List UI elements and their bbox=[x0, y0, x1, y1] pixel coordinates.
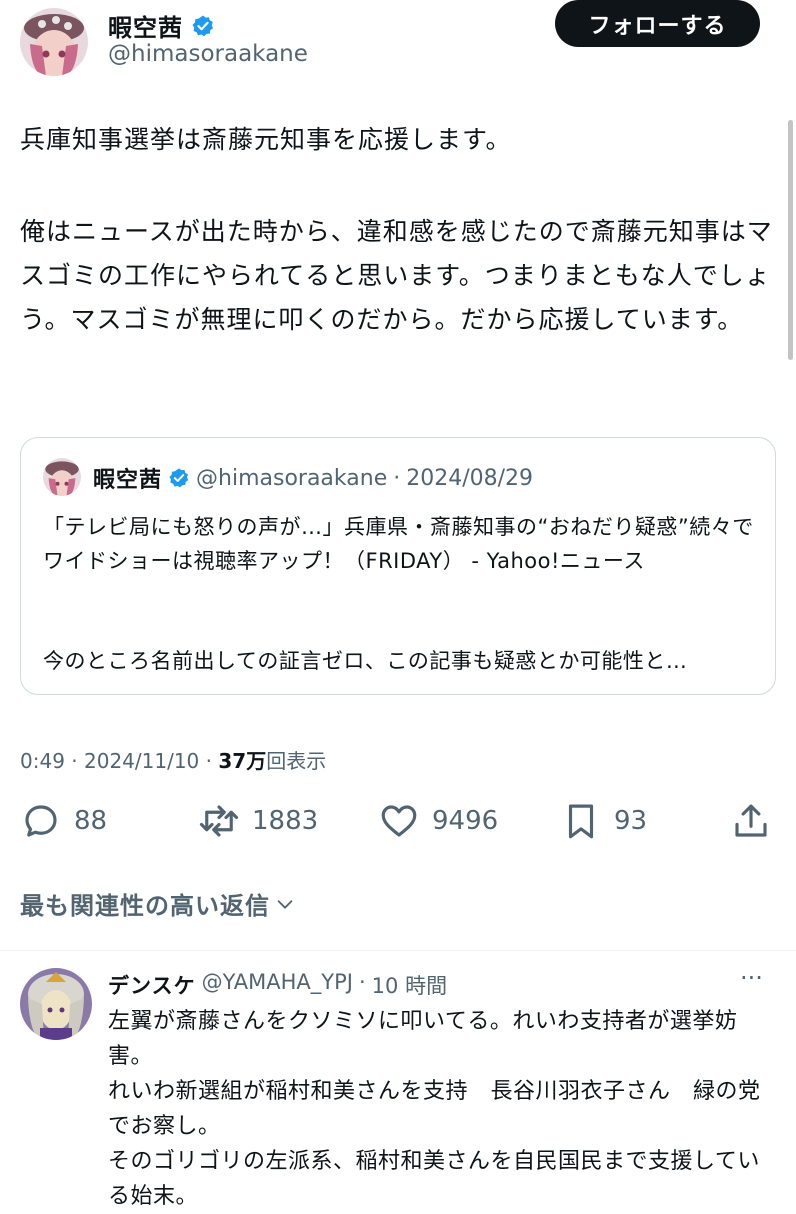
tweet-text-line-1: 兵庫知事選挙は斎藤元知事を応援します。 bbox=[20, 125, 512, 154]
reply-text: 左翼が斎藤さんをクソミソに叩いてる。れいわ支持者が選挙妨害。 れいわ新選組が稲村… bbox=[108, 1004, 780, 1214]
action-bar: 88 1883 9496 93 bbox=[20, 800, 776, 850]
share-button[interactable] bbox=[730, 800, 772, 842]
author-handle[interactable]: @himasoraakane bbox=[108, 41, 308, 67]
reply-sort-label: 最も関連性の高い返信 bbox=[20, 892, 270, 920]
tweet-text-paragraph-2: 俺はニュースが出た時から、違和感を感じたので斎藤元知事はマスゴミの工作にやられて… bbox=[20, 217, 773, 334]
quoted-author-avatar bbox=[43, 458, 81, 496]
bookmark-button[interactable]: 93 bbox=[560, 800, 647, 842]
verified-badge-icon bbox=[192, 15, 213, 36]
reply-header: デンスケ @YAMAHA_YPJ · 10 時間 bbox=[108, 970, 447, 1000]
divider bbox=[0, 950, 796, 951]
stats-separator: · bbox=[71, 749, 78, 773]
reply-line-3: そのゴリゴリの左派系、稲村和美さんを自民国民まで支援している始末。 bbox=[108, 1149, 760, 1209]
scrollbar[interactable] bbox=[788, 120, 793, 360]
like-count: 9496 bbox=[432, 806, 499, 836]
retweet-count: 1883 bbox=[252, 806, 319, 836]
reply-sort-dropdown[interactable]: 最も関連性の高い返信 bbox=[20, 886, 296, 921]
more-options-icon[interactable]: ··· bbox=[740, 964, 763, 992]
quoted-header: 暇空茜 @himasoraakane · 2024/08/29 bbox=[93, 462, 533, 494]
follow-button[interactable]: フォローする bbox=[555, 0, 760, 47]
author-avatar[interactable] bbox=[20, 8, 88, 76]
views-label: 回表示 bbox=[266, 749, 327, 773]
quoted-separator: · bbox=[393, 465, 401, 491]
tweet-time: 0:49 bbox=[20, 749, 65, 773]
bookmark-count: 93 bbox=[614, 806, 648, 836]
reply-handle[interactable]: @YAMAHA_YPJ bbox=[202, 970, 353, 1000]
chevron-down-icon bbox=[277, 899, 293, 909]
views-count: 37万 bbox=[218, 749, 267, 773]
author-display-name[interactable]: 暇空茜 bbox=[108, 8, 183, 43]
bookmark-icon bbox=[568, 804, 594, 839]
share-icon bbox=[735, 804, 767, 837]
tweet-timestamp-views[interactable]: 0:49 · 2024/11/10 · 37万回表示 bbox=[20, 745, 326, 774]
quoted-text-1: 「テレビ局にも怒りの声が…」兵庫県・斎藤知事の“おねだり疑惑”続々でワイドショー… bbox=[43, 515, 754, 573]
heart-icon bbox=[381, 805, 417, 837]
reply-separator: · bbox=[358, 970, 366, 994]
reply-line-2: れいわ新選組が稲村和美さんを支持 長谷川羽衣子さん 緑の党でお察し。 bbox=[108, 1079, 761, 1139]
like-button[interactable]: 9496 bbox=[378, 800, 498, 842]
quoted-text-2: 今のところ名前出しての証言ゼロ、この記事も疑惑とか可能性と… bbox=[43, 649, 688, 673]
reply-icon bbox=[25, 805, 57, 837]
reply-author-avatar[interactable] bbox=[20, 968, 92, 1040]
reply-line-1: 左翼が斎藤さんをクソミソに叩いてる。れいわ支持者が選挙妨害。 bbox=[108, 1009, 738, 1069]
quoted-tweet-card[interactable]: 暇空茜 @himasoraakane · 2024/08/29 「テレビ局にも怒… bbox=[20, 437, 776, 695]
reply-button[interactable]: 88 bbox=[20, 800, 107, 842]
author-name-row: 暇空茜 bbox=[108, 8, 215, 43]
reply-time[interactable]: 10 時間 bbox=[372, 970, 447, 1000]
verified-badge-icon bbox=[169, 468, 189, 488]
retweet-button[interactable]: 1883 bbox=[198, 800, 318, 842]
quoted-date: 2024/08/29 bbox=[406, 465, 534, 491]
quoted-display-name: 暇空茜 bbox=[93, 468, 163, 493]
retweet-icon bbox=[199, 805, 239, 837]
tweet-date: 2024/11/10 bbox=[84, 749, 200, 773]
quoted-handle: @himasoraakane bbox=[196, 465, 388, 491]
stats-separator: · bbox=[205, 749, 212, 773]
reply-display-name[interactable]: デンスケ bbox=[108, 970, 196, 1000]
reply-count: 88 bbox=[74, 806, 108, 836]
